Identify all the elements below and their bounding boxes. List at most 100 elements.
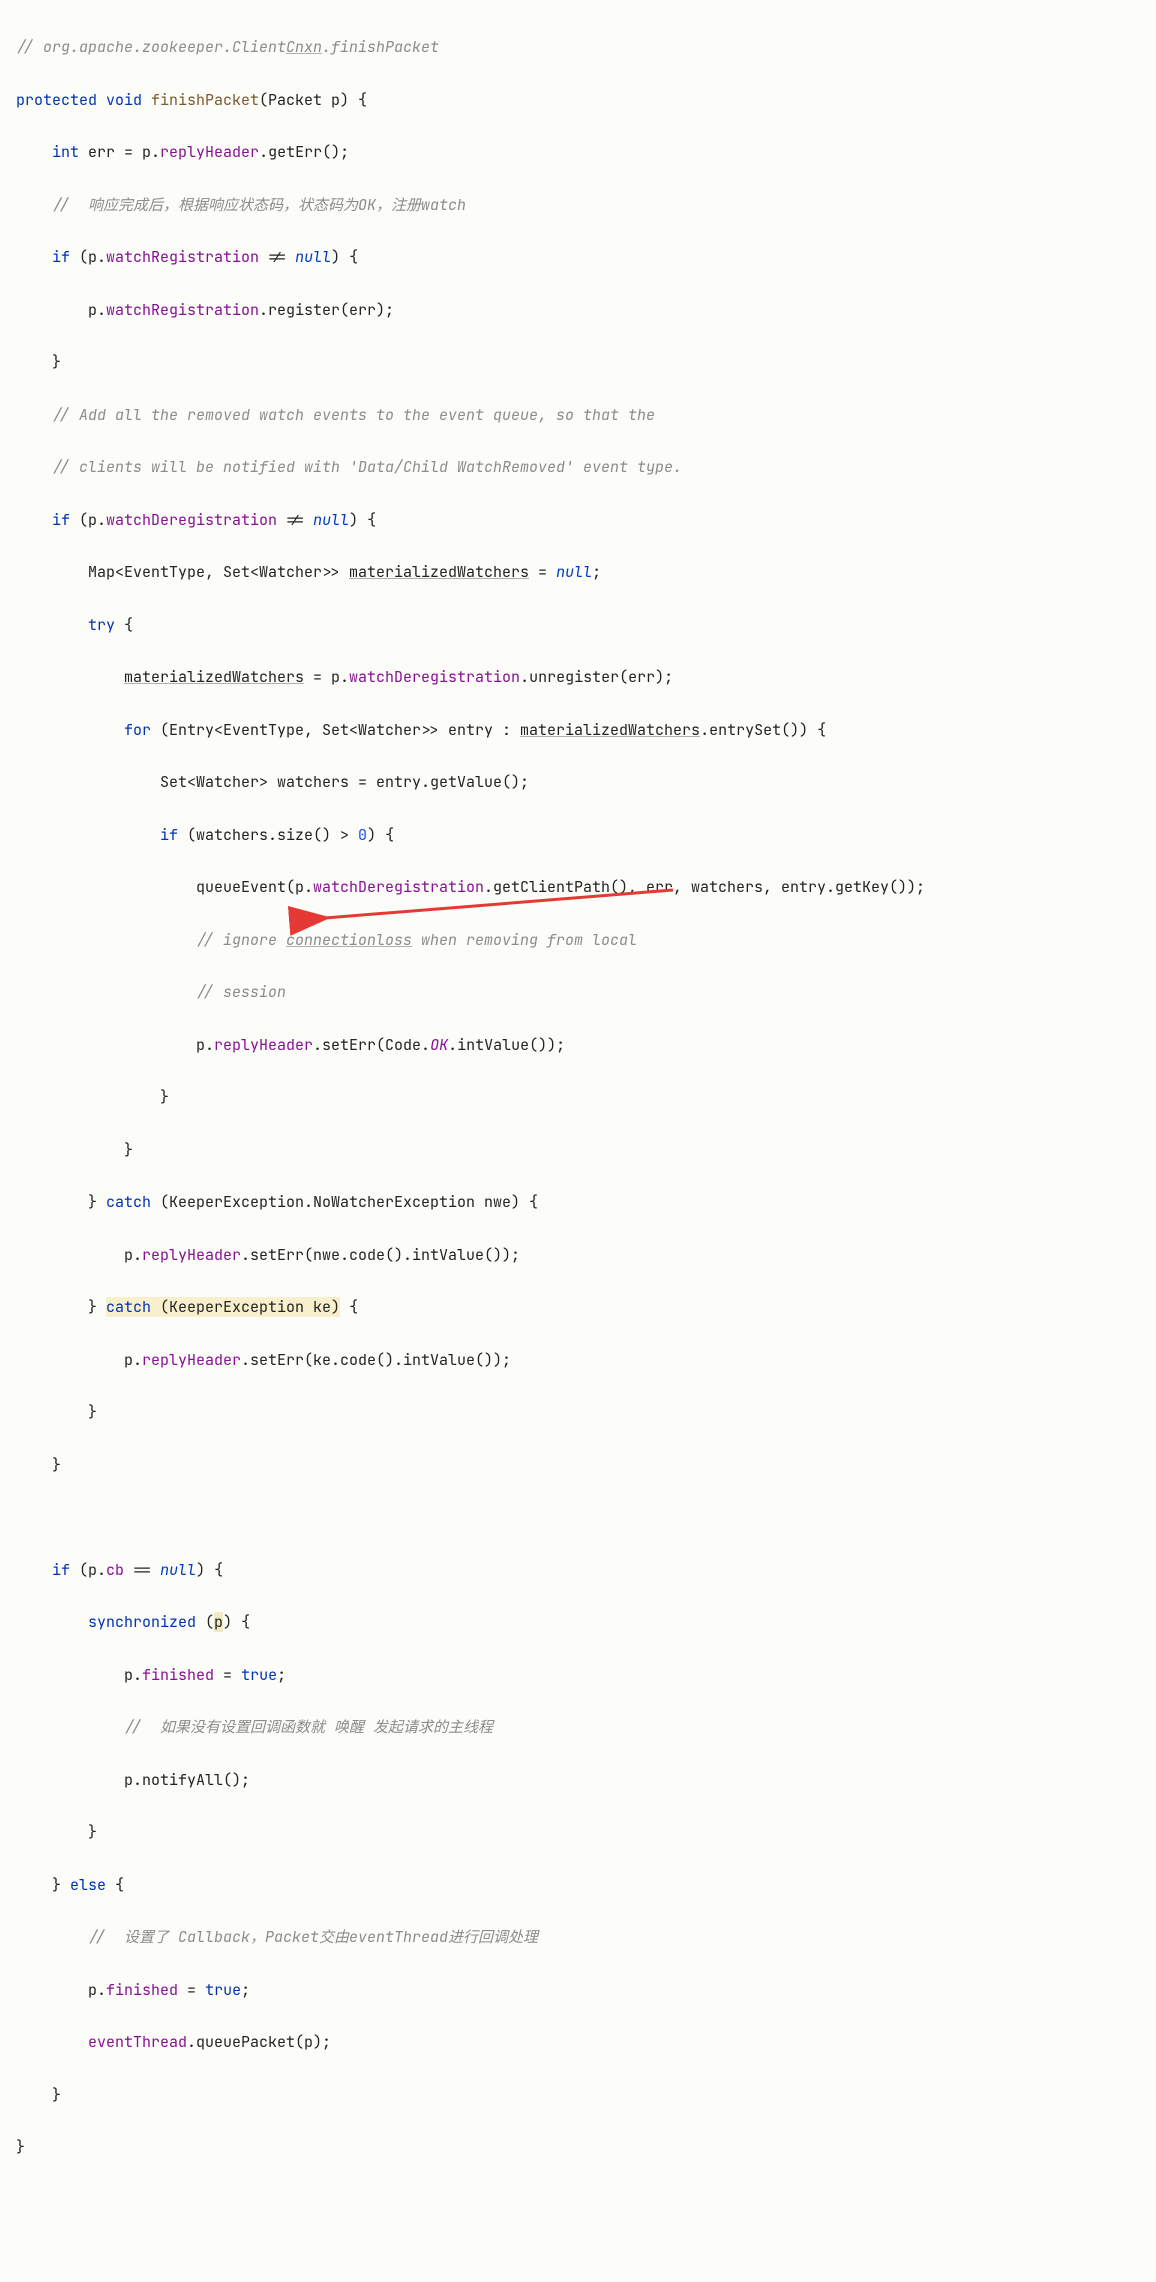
code-text: .unregister(err); <box>520 667 673 687</box>
code-line: eventThread.queuePacket(p); <box>16 2029 1140 2055</box>
code-text: Set<Watcher> watchers = entry.getValue()… <box>160 772 529 792</box>
code-line: // org.apache.zookeeper.ClientCnxn.finis… <box>16 34 1140 60</box>
code-text: p. <box>196 1035 214 1055</box>
code-text: } <box>16 2137 25 2157</box>
code-line: Map<EventType, Set<Watcher>> materialize… <box>16 559 1140 585</box>
code-line: p.watchRegistration.register(err); <box>16 297 1140 323</box>
field: cb <box>106 1560 124 1580</box>
code-line: } <box>16 1137 1140 1163</box>
code-text: ) { <box>349 510 376 530</box>
code-text: } <box>160 1087 169 1107</box>
code-text: == <box>124 1560 160 1580</box>
comment-text: // 如果没有设置回调函数就 唤醒 发起请求的主线程 <box>124 1717 493 1737</box>
code-text: p. <box>124 1245 142 1265</box>
keyword: try <box>88 615 115 635</box>
field: watchDeregistration <box>313 877 484 897</box>
code-text: = p. <box>304 667 349 687</box>
code-text: p. <box>124 1665 142 1685</box>
code-text: ) { <box>223 1612 250 1632</box>
field: watchDeregistration <box>106 510 277 530</box>
code-text: ) { <box>331 247 358 267</box>
code-text: { <box>115 615 133 635</box>
field: finished <box>106 1980 178 2000</box>
keyword: if <box>52 1560 70 1580</box>
code-line: queueEvent(p.watchDeregistration.getClie… <box>16 874 1140 900</box>
field: replyHeader <box>142 1245 241 1265</box>
variable: materializedWatchers <box>520 720 700 740</box>
code-line: // ignore connectionloss when removing f… <box>16 927 1140 953</box>
code-line: } <box>16 349 1140 375</box>
code-text: = <box>178 1980 205 2000</box>
code-line: // 设置了 Callback，Packet交由eventThread进行回调处… <box>16 1924 1140 1950</box>
code-line <box>16 1504 1140 1530</box>
code-text: } <box>88 1822 97 1842</box>
comment-text: Cnxn <box>286 37 322 57</box>
comment-text: // org.apache.zookeeper.Client <box>16 37 286 57</box>
code-text: } <box>52 1875 70 1895</box>
code-text: Map<EventType, Set<Watcher>> <box>88 562 349 582</box>
comment-text: // session <box>196 982 286 1002</box>
code-text: ) { <box>196 1560 223 1580</box>
code-line: // clients will be notified with 'Data/C… <box>16 454 1140 480</box>
code-text: (p. <box>70 1560 106 1580</box>
keyword: if <box>52 247 70 267</box>
comment-text: connectionloss <box>286 930 412 950</box>
comment-text: // 设置了 Callback，Packet交由eventThread进行回调处… <box>88 1927 538 1947</box>
code-text: queueEvent(p. <box>196 877 313 897</box>
code-block: // org.apache.zookeeper.ClientCnxn.finis… <box>0 0 1156 2282</box>
keyword-null: null <box>313 510 349 530</box>
keyword: true <box>205 1980 241 2000</box>
code-text: p. <box>88 300 106 320</box>
keyword: synchronized <box>88 1612 196 1632</box>
code-text: ; <box>592 562 601 582</box>
code-line: if (p.cb == null) { <box>16 1557 1140 1583</box>
code-text: ) { <box>367 825 394 845</box>
code-text: .intValue()); <box>448 1035 565 1055</box>
keyword: catch <box>106 1192 151 1212</box>
code-text: } <box>88 1402 97 1422</box>
code-line: // Add all the removed watch events to t… <box>16 402 1140 428</box>
code-line: } catch (KeeperException ke) { <box>16 1294 1140 1320</box>
code-line: } <box>16 1819 1140 1845</box>
variable: materializedWatchers <box>349 562 529 582</box>
code-text: = <box>214 1665 241 1685</box>
code-line: if (watchers.size() > 0) { <box>16 822 1140 848</box>
code-line: p.replyHeader.setErr(ke.code().intValue(… <box>16 1347 1140 1373</box>
code-line: // session <box>16 979 1140 1005</box>
comment-text: when removing from local <box>412 930 637 950</box>
code-line: if (p.watchDeregistration != null) { <box>16 507 1140 533</box>
keyword: catch <box>106 1297 151 1317</box>
keyword-null: null <box>295 247 331 267</box>
code-text: != <box>277 510 313 530</box>
keyword: for <box>124 720 151 740</box>
keyword: else <box>70 1875 106 1895</box>
code-text: } <box>124 1140 133 1160</box>
code-text: p. <box>88 1980 106 2000</box>
code-line: p.replyHeader.setErr(nwe.code().intValue… <box>16 1242 1140 1268</box>
code-line: } catch (KeeperException.NoWatcherExcept… <box>16 1189 1140 1215</box>
code-line: p.finished = true; <box>16 1662 1140 1688</box>
code-text: (p. <box>70 247 106 267</box>
code-text: ( <box>196 1612 214 1632</box>
code-line: p.notifyAll(); <box>16 1767 1140 1793</box>
code-text: } <box>52 352 61 372</box>
code-text: ; <box>241 1980 250 2000</box>
code-text: (p. <box>70 510 106 530</box>
field: eventThread <box>88 2032 187 2052</box>
code-text: (KeeperException.NoWatcherException nwe)… <box>151 1192 538 1212</box>
code-line: p.finished = true; <box>16 1977 1140 2003</box>
code-line: } <box>16 1399 1140 1425</box>
code-text: p. <box>124 1350 142 1370</box>
code-text: .getErr(); <box>259 142 349 162</box>
code-line: if (p.watchRegistration != null) { <box>16 244 1140 270</box>
code-line: try { <box>16 612 1140 638</box>
code-text: = <box>529 562 556 582</box>
code-text: .queuePacket(p); <box>187 2032 331 2052</box>
code-text: .setErr(nwe.code().intValue()); <box>241 1245 520 1265</box>
field: watchRegistration <box>106 300 259 320</box>
code-line: int err = p.replyHeader.getErr(); <box>16 139 1140 165</box>
comment-text: // Add all the removed watch events to t… <box>52 405 655 425</box>
field: replyHeader <box>142 1350 241 1370</box>
code-text: (watchers.size() > <box>178 825 358 845</box>
code-text: { <box>106 1875 124 1895</box>
